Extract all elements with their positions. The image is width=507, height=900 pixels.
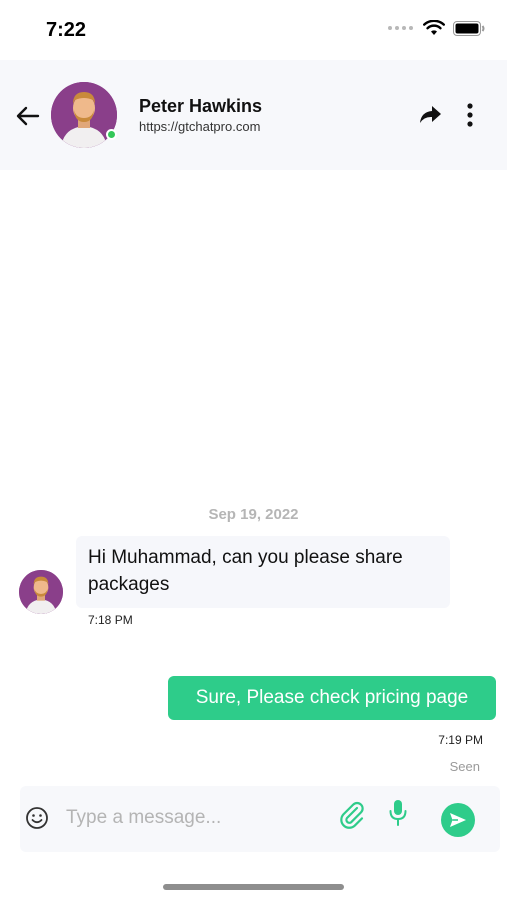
home-indicator — [163, 884, 344, 890]
date-separator: Sep 19, 2022 — [208, 506, 299, 523]
paperclip-icon — [340, 801, 364, 829]
microphone-button[interactable] — [387, 798, 409, 828]
send-button[interactable] — [441, 803, 475, 837]
wifi-icon — [423, 20, 445, 35]
contact-avatar[interactable] — [51, 82, 117, 148]
share-arrow-icon — [420, 106, 441, 123]
emoji-button[interactable] — [25, 806, 49, 830]
emoji-icon — [26, 807, 48, 829]
status-icons — [388, 20, 485, 36]
status-bar: 7:22 — [0, 0, 507, 60]
message-sender-avatar — [19, 570, 63, 614]
seen-status: Seen — [449, 759, 480, 774]
outgoing-message-time: 7:19 PM — [438, 733, 483, 747]
avatar-image — [19, 570, 63, 614]
incoming-message-bubble[interactable]: Hi Muhammad, can you please share packag… — [76, 536, 450, 608]
more-vertical-icon — [467, 103, 473, 127]
battery-icon — [453, 20, 485, 36]
share-button[interactable] — [417, 103, 443, 127]
more-options-button[interactable] — [460, 102, 480, 128]
send-icon — [450, 813, 466, 827]
arrow-left-icon — [16, 106, 40, 126]
signal-icon — [388, 26, 413, 30]
attach-button[interactable] — [336, 799, 368, 831]
back-button[interactable] — [14, 102, 42, 130]
online-status-dot — [106, 129, 117, 140]
outgoing-message-bubble[interactable]: Sure, Please check pricing page — [168, 676, 496, 720]
microphone-icon — [389, 800, 407, 826]
contact-url[interactable]: https://gtchatpro.com — [139, 119, 260, 134]
message-input[interactable] — [66, 802, 316, 834]
message-composer — [20, 786, 500, 852]
contact-name: Peter Hawkins — [139, 96, 263, 116]
status-time: 7:22 — [46, 19, 87, 41]
incoming-message-time: 7:18 PM — [88, 613, 133, 627]
chat-header: Peter Hawkins https://gtchatpro.com — [0, 60, 507, 170]
